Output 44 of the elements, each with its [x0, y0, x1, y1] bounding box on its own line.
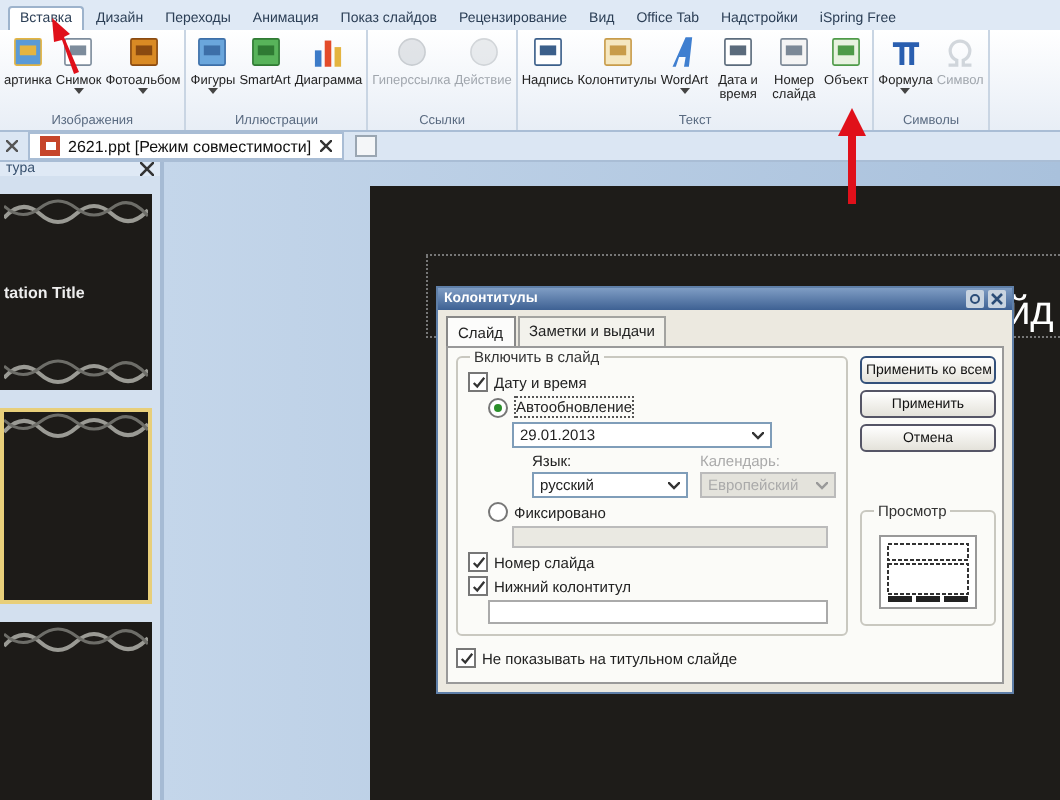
shapes-icon: [194, 34, 231, 70]
slide-preview-drawing: [878, 534, 978, 610]
caret-icon: [816, 481, 828, 489]
album-icon: [125, 34, 161, 70]
clipart-icon: [9, 34, 46, 70]
header-icon: [599, 34, 636, 70]
slidenum-icon: [776, 34, 813, 70]
datetime-icon: [720, 34, 757, 70]
slide-thumbnail[interactable]: tation Title: [0, 194, 152, 390]
document-tab[interactable]: 2621.ppt [Режим совместимости]: [28, 132, 344, 160]
action-icon: [465, 34, 502, 70]
smartart-icon: [247, 34, 284, 70]
close-icon[interactable]: [988, 290, 1006, 308]
slide-title: tation Title: [4, 283, 87, 301]
help-icon[interactable]: [966, 290, 984, 308]
ornament-drawing: [4, 412, 148, 440]
ornament-drawing: [4, 626, 148, 654]
caret-icon: [679, 88, 690, 94]
caret-icon: [73, 88, 84, 94]
caret-icon: [138, 88, 148, 94]
radio-button[interactable]: [488, 397, 508, 417]
checkbox[interactable]: [468, 372, 488, 392]
document-icon: [40, 136, 60, 156]
slide-thumbnail[interactable]: [0, 408, 152, 604]
caret-icon: [207, 88, 218, 94]
textbox-icon: [529, 34, 566, 70]
fixed-text-field[interactable]: [512, 526, 828, 548]
caret-icon: [668, 481, 680, 489]
checkbox[interactable]: [468, 552, 488, 572]
caret-icon: [752, 431, 764, 439]
close-icon[interactable]: [319, 140, 332, 152]
ornament-drawing: [4, 358, 148, 386]
object-icon: [828, 34, 865, 70]
ornament-drawing: [4, 198, 148, 226]
checkbox[interactable]: [468, 576, 488, 596]
link-icon: [393, 34, 430, 70]
annotation-arrow: [838, 108, 866, 204]
slide-thumbnail[interactable]: [0, 622, 152, 800]
caret-icon: [900, 88, 911, 94]
close-icon[interactable]: [140, 162, 154, 176]
checkbox[interactable]: [456, 648, 476, 668]
close-icon[interactable]: [6, 140, 18, 152]
radio-button[interactable]: [488, 502, 508, 522]
footer-text-field[interactable]: [488, 600, 828, 624]
